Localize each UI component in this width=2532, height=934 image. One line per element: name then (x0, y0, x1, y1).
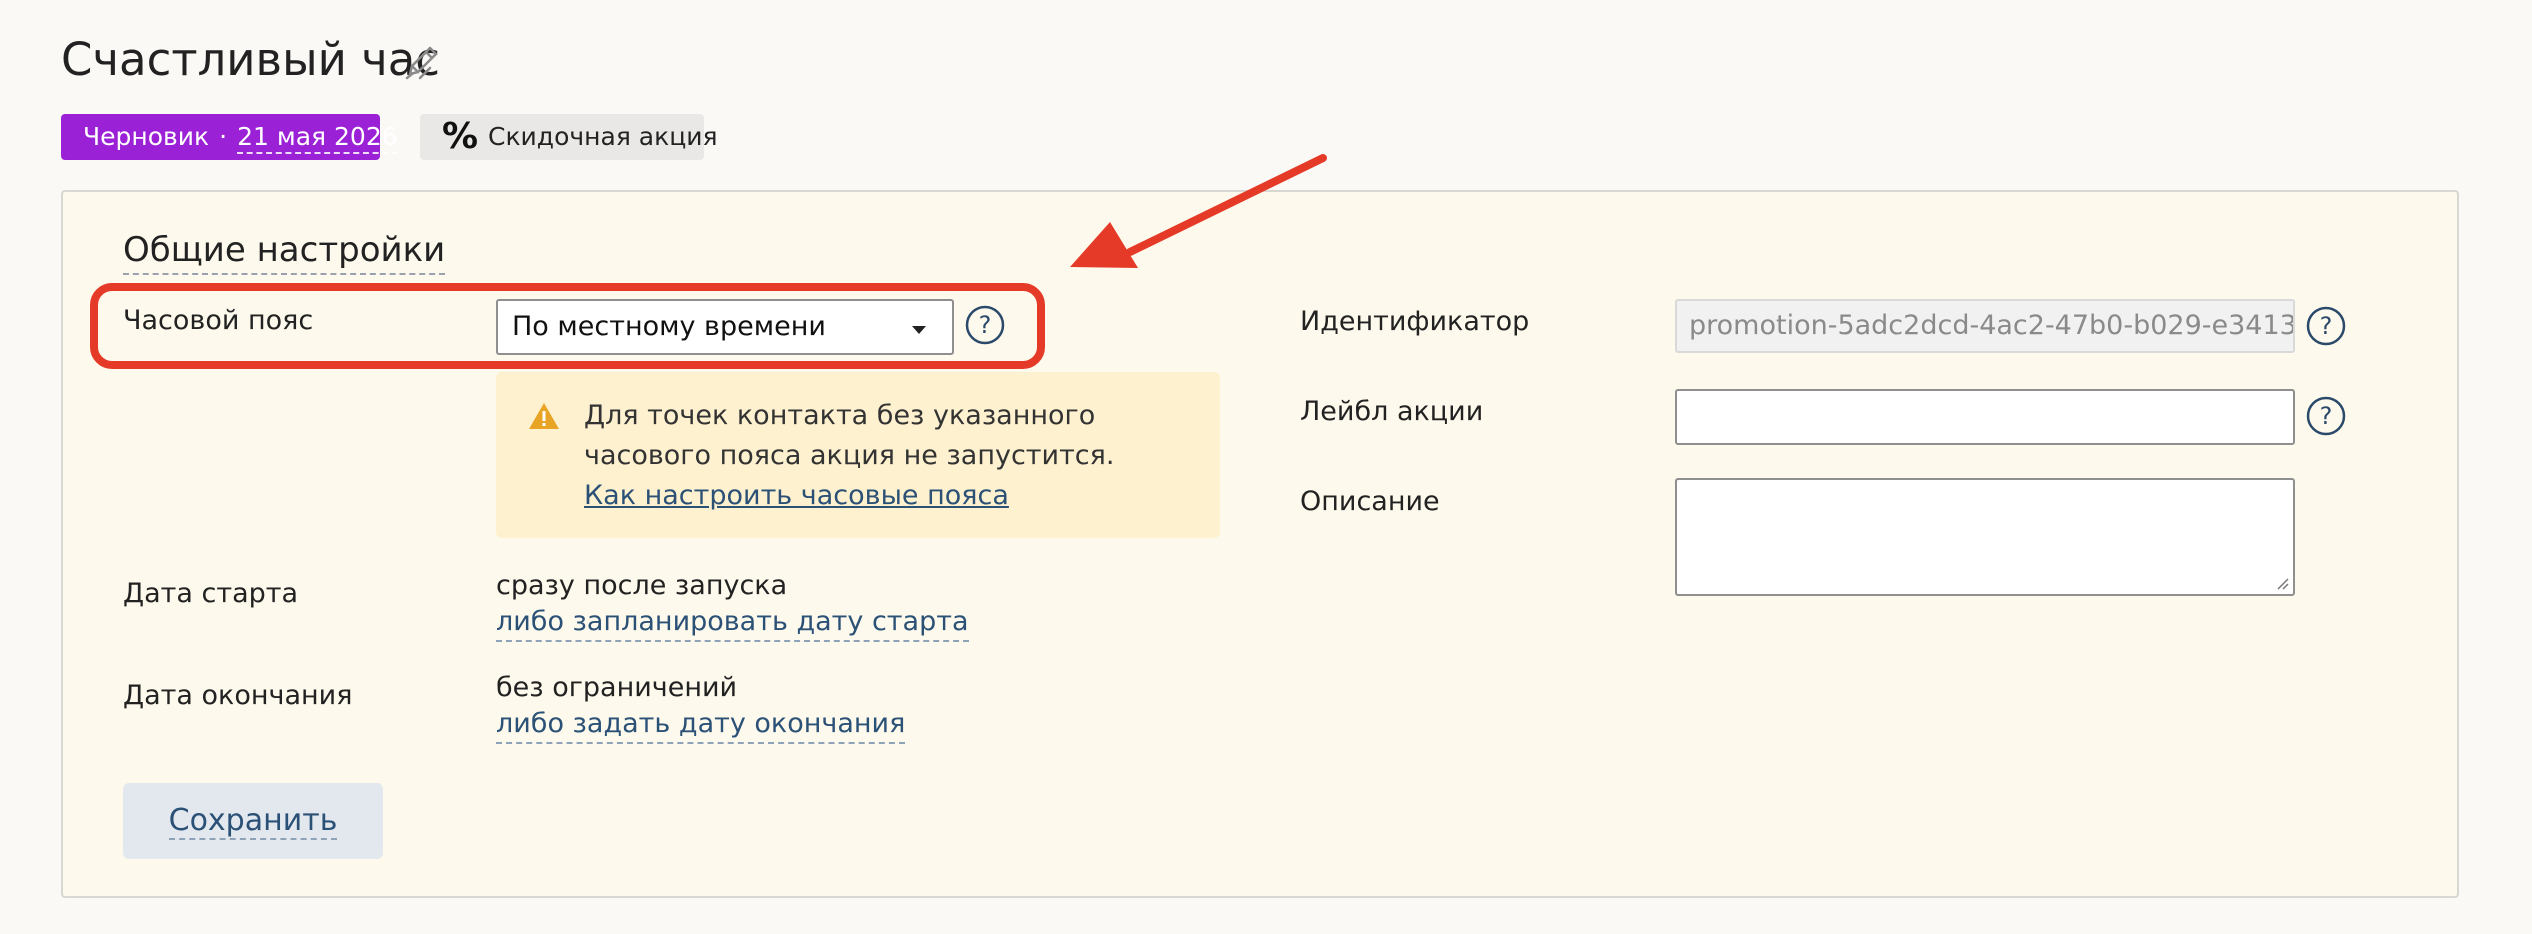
identifier-field[interactable]: promotion-5adc2dcd-4ac2-47b0-b029-e3413d… (1675, 299, 2295, 353)
page-title: Счастливый час (61, 33, 441, 86)
svg-text:?: ? (2320, 402, 2333, 430)
svg-text:?: ? (2320, 312, 2333, 340)
highlight-annotation (90, 283, 1045, 369)
promo-type-label: Скидочная акция (488, 122, 718, 151)
section-title: Общие настройки (123, 228, 446, 275)
pencil-edit-icon[interactable] (398, 40, 444, 86)
percent-icon: % (442, 116, 479, 157)
save-button[interactable]: Сохранить (123, 783, 383, 859)
promo-label-label: Лейбл акции (1300, 396, 1484, 427)
start-date-label: Дата старта (123, 578, 299, 609)
set-end-date-link[interactable]: либо задать дату окончания (496, 706, 906, 744)
promo-type-badge: % Скидочная акция (420, 114, 718, 160)
identifier-help-icon[interactable]: ? (2306, 306, 2346, 346)
warning-text: Для точек контакта без указанного часово… (584, 400, 1115, 471)
warning-icon (529, 403, 559, 429)
promo-label-help-icon[interactable]: ? (2306, 396, 2346, 436)
start-date-value: сразу после запуска (496, 570, 788, 601)
schedule-start-link[interactable]: либо запланировать дату старта (496, 604, 969, 642)
identifier-label: Идентификатор (1300, 306, 1530, 337)
save-button-label: Сохранить (168, 803, 338, 840)
status-text: Черновик (83, 122, 210, 151)
timezone-help-link[interactable]: Как настроить часовые пояса (584, 476, 1009, 516)
resize-grip-icon[interactable] (2275, 576, 2289, 590)
status-date[interactable]: 21 мая 2026 (237, 122, 398, 154)
status-separator: · (219, 122, 228, 151)
status-badge: Черновик · 21 мая 2026 (61, 114, 398, 160)
annotation-arrow-icon (1070, 154, 1327, 268)
end-date-value: без ограничений (496, 672, 738, 703)
description-label: Описание (1300, 486, 1440, 517)
description-textarea[interactable] (1675, 478, 2295, 596)
promo-label-input[interactable] (1675, 389, 2295, 445)
end-date-label: Дата окончания (123, 680, 353, 711)
